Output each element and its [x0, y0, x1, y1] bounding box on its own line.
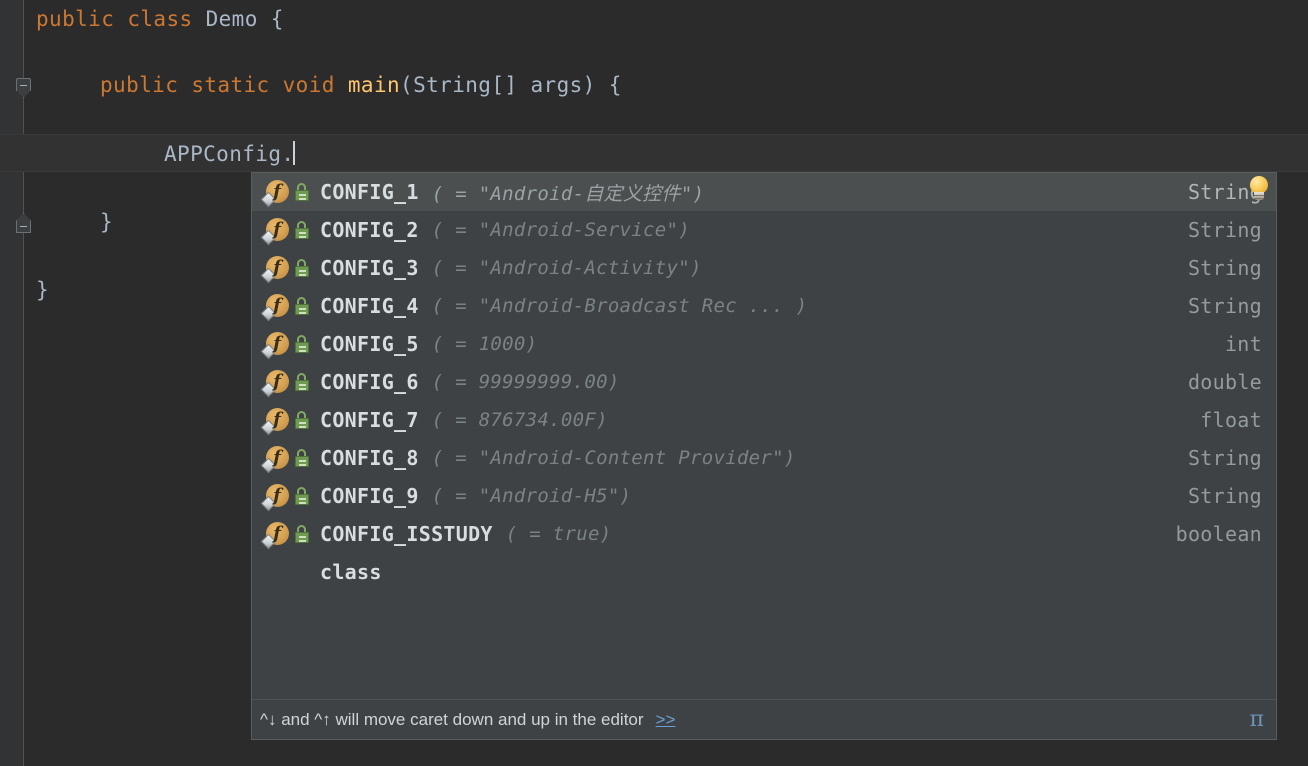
code-token: APPConfig. — [164, 142, 295, 166]
code-token: (String[] args) { — [400, 73, 622, 97]
static-final-lock-icon — [295, 221, 311, 239]
code-token: class — [127, 7, 193, 31]
field-icon: f — [260, 483, 290, 512]
completion-item-type: String — [1187, 256, 1262, 280]
code-line: public static void main(String[] args) { — [0, 66, 1308, 104]
completion-item-value: ( = "Android-Broadcast Rec ... ) — [431, 295, 808, 317]
field-icon: f — [260, 407, 290, 436]
field-icon: f — [260, 293, 290, 322]
completion-item-type: int — [1224, 332, 1262, 356]
gutter-divider — [23, 0, 24, 766]
completion-item-icons: f — [258, 293, 320, 322]
completion-footer: ^↓ and ^↑ will move caret down and up in… — [252, 699, 1276, 739]
static-final-lock-icon — [295, 373, 311, 391]
code-line: APPConfig. — [0, 134, 1308, 172]
static-final-lock-icon — [295, 297, 311, 315]
editor-gutter[interactable] — [0, 0, 24, 766]
completion-item-list[interactable]: f CONFIG_1 ( = "Android-自定义控件") String f CONF… — [252, 173, 1276, 684]
field-icon: f — [260, 255, 290, 284]
text-caret — [293, 141, 296, 165]
field-icon: f — [260, 369, 290, 398]
static-final-lock-icon — [295, 449, 311, 467]
static-final-lock-icon — [295, 335, 311, 353]
completion-item-type: String — [1187, 446, 1262, 470]
code-token: public — [36, 7, 115, 31]
completion-item-name: CONFIG_6 — [320, 370, 419, 394]
completion-item[interactable]: f CONFIG_5 ( = 1000) int — [252, 325, 1276, 363]
static-final-lock-icon — [295, 525, 311, 543]
completion-item-icons: f — [258, 179, 320, 208]
completion-item-value: ( = 1000) — [431, 333, 538, 355]
pi-icon[interactable]: π — [1250, 707, 1266, 732]
completion-item-value: ( = "Android-Content Provider") — [431, 447, 796, 469]
completion-item-name: CONFIG_1 — [320, 180, 419, 204]
code-line: public class Demo { — [0, 0, 1308, 38]
completion-item-name: CONFIG_9 — [320, 484, 419, 508]
completion-item[interactable]: f CONFIG_1( = "Android-自定义控件") String — [252, 173, 1276, 211]
completion-item-value: ( = "Android-H5") — [431, 485, 632, 507]
lightbulb-icon[interactable] — [1246, 176, 1272, 204]
completion-item[interactable]: f CONFIG_7 ( = 876734.00F) float — [252, 401, 1276, 439]
completion-item-name: CONFIG_ISSTUDY — [320, 522, 493, 546]
completion-item[interactable]: f CONFIG_8 ( = "Android-Content Provider")… — [252, 439, 1276, 477]
completion-item-type: boolean — [1175, 522, 1262, 546]
completion-item-type: String — [1187, 218, 1262, 242]
completion-item-icons: f — [258, 217, 320, 246]
completion-item[interactable]: f CONFIG_ISSTUDY ( = true) boolean — [252, 515, 1276, 553]
completion-item-icons: f — [258, 369, 320, 398]
field-icon: f — [260, 179, 290, 208]
completion-item-icons: f — [258, 445, 320, 474]
code-token: } — [36, 278, 50, 302]
code-token: static — [191, 73, 270, 97]
completion-item-type: String — [1187, 294, 1262, 318]
completion-item-type: float — [1200, 408, 1262, 432]
completion-item-name: CONFIG_3 — [320, 256, 419, 280]
completion-item-type: String — [1187, 484, 1262, 508]
completion-item[interactable]: f CONFIG_9 ( = "Android-H5") String — [252, 477, 1276, 515]
code-token: } — [100, 210, 114, 234]
completion-item-name: class — [320, 560, 382, 584]
completion-item-icons: f — [258, 483, 320, 512]
completion-item-name: CONFIG_8 — [320, 446, 419, 470]
completion-item-icons: f — [258, 521, 320, 550]
completion-item-icons: f — [258, 255, 320, 284]
static-final-lock-icon — [295, 183, 311, 201]
completion-item[interactable]: f CONFIG_2 ( = "Android-Service") String — [252, 211, 1276, 249]
field-icon: f — [260, 331, 290, 360]
completion-item[interactable]: f CONFIG_6 ( = 99999999.00) double — [252, 363, 1276, 401]
completion-item-type: double — [1187, 370, 1262, 394]
field-icon: f — [260, 445, 290, 474]
static-final-lock-icon — [295, 487, 311, 505]
static-final-lock-icon — [295, 411, 311, 429]
completion-item-icons: f — [258, 407, 320, 436]
completion-item-value: ( = 99999999.00) — [431, 371, 620, 393]
completion-more-link[interactable]: >> — [656, 710, 676, 730]
completion-item-value: ( = "Android-Activity") — [431, 257, 702, 279]
static-final-lock-icon — [295, 259, 311, 277]
field-icon: f — [260, 521, 290, 550]
code-token: public — [100, 73, 179, 97]
completion-item[interactable]: class — [252, 553, 1276, 591]
completion-item-value: ( = "Android-自定义控件") — [431, 182, 705, 205]
completion-hint-text: ^↓ and ^↑ will move caret down and up in… — [260, 709, 644, 729]
completion-item-name: CONFIG_7 — [320, 408, 419, 432]
completion-item-name: CONFIG_5 — [320, 332, 419, 356]
completion-item-name: CONFIG_2 — [320, 218, 419, 242]
completion-item-name: CONFIG_4 — [320, 294, 419, 318]
completion-item-icons: f — [258, 331, 320, 360]
completion-item[interactable]: f CONFIG_4 ( = "Android-Broadcast Rec ... … — [252, 287, 1276, 325]
code-completion-popup[interactable]: f CONFIG_1 ( = "Android-自定义控件") String f CONF… — [251, 172, 1277, 740]
completion-item-value: ( = 876734.00F) — [431, 409, 608, 431]
code-token: main — [347, 73, 401, 97]
completion-item-value: ( = true) — [505, 523, 612, 545]
field-icon: f — [260, 217, 290, 246]
code-token: Demo { — [192, 7, 284, 31]
code-token: void — [282, 73, 335, 97]
completion-item[interactable]: f CONFIG_3 ( = "Android-Activity") String — [252, 249, 1276, 287]
completion-item-value: ( = "Android-Service") — [431, 219, 690, 241]
